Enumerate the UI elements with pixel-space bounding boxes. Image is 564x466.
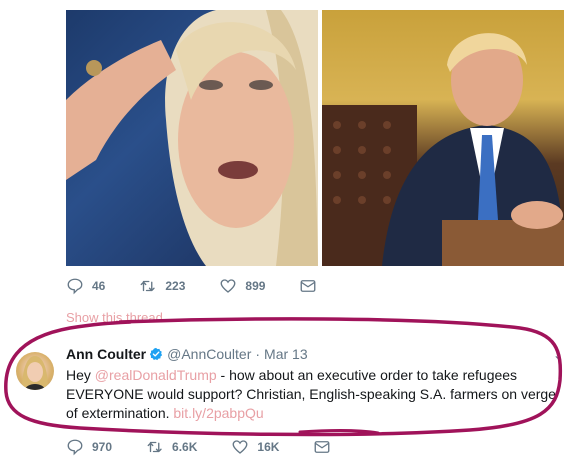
message-button[interactable] [313,438,339,456]
reply-icon [67,278,83,295]
portrait-man-image [322,33,564,266]
top-strip [0,0,564,10]
media-photo-right[interactable] [322,10,564,266]
retweet-icon [140,280,156,292]
tweet-media[interactable] [66,10,564,266]
reply-count: 970 [92,440,113,454]
like-count: 16K [257,440,280,454]
avatar-image [22,356,48,390]
like-icon [232,440,248,454]
show-thread-link[interactable]: Show this thread [66,310,163,325]
separator-dot: · [255,346,261,362]
message-icon [300,280,316,292]
tweet-text-intro: Hey [66,367,95,383]
message-button[interactable] [299,277,325,295]
retweet-icon [147,441,162,453]
like-icon [220,279,236,293]
reply-button[interactable]: 46 [66,277,105,295]
avatar[interactable] [16,352,54,390]
retweet-button[interactable]: 6.6K [146,438,197,456]
tweet-actions: 970 6.6K 16K [66,438,373,456]
like-button[interactable]: 899 [219,277,265,295]
like-count: 899 [245,279,266,293]
media-photo-left[interactable] [66,10,318,266]
retweet-count: 223 [165,279,186,293]
reply-button[interactable]: 970 [66,438,112,456]
caret-down-icon[interactable]: ⌄ [553,348,563,362]
author-handle[interactable]: @AnnCoulter [167,346,251,362]
message-icon [314,441,330,453]
retweet-button[interactable]: 223 [139,277,185,295]
reply-count: 46 [92,279,106,293]
reply-icon [67,439,83,456]
verified-badge-icon [149,347,163,361]
retweet-count: 6.6K [172,440,198,454]
tweet-date[interactable]: Mar 13 [264,346,308,362]
tweet-text: Hey @realDonaldTrump - how about an exec… [66,366,562,423]
like-button[interactable]: 16K [231,438,279,456]
url-link[interactable]: bit.ly/2pabpQu [173,405,263,421]
previous-tweet-actions: 46 223 899 [66,277,359,295]
tweet-header: Ann Coulter @AnnCoulter · Mar 13 [66,346,308,362]
mention-link[interactable]: @realDonaldTrump [95,367,217,383]
portrait-woman-image [66,10,318,266]
author-name[interactable]: Ann Coulter [66,346,146,362]
